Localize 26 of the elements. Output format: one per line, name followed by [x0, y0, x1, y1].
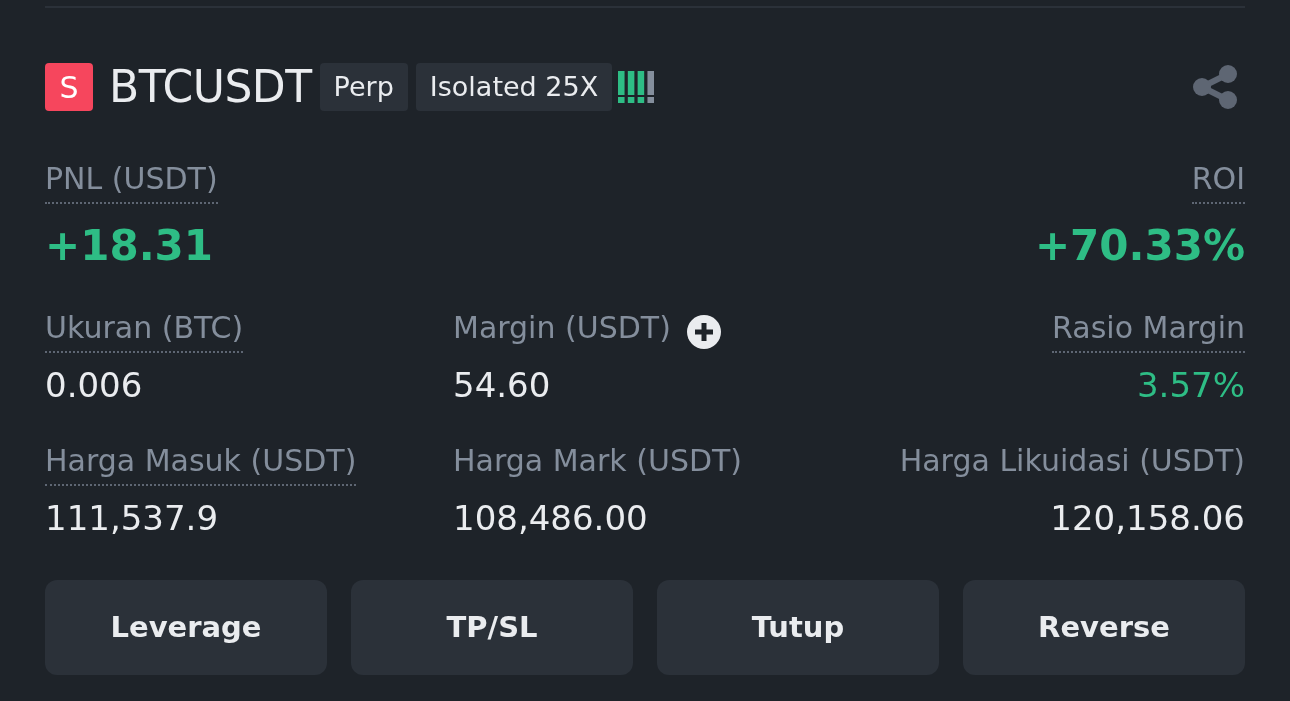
action-button[interactable]: TP/SL — [351, 580, 633, 675]
stat-value: 3.57% — [1137, 365, 1245, 405]
share-icon[interactable] — [1193, 65, 1237, 109]
stat-label: Margin (USDT) — [453, 310, 671, 347]
stat-value: +18.31 — [45, 220, 214, 272]
stat-label: Harga Likuidasi (USDT) — [899, 443, 1245, 480]
stat-value: 108,486.00 — [453, 498, 648, 538]
stat-value: 0.006 — [45, 365, 143, 405]
stat-label: Harga Mark (USDT) — [453, 443, 743, 480]
stat-label[interactable]: Ukuran (BTC) — [45, 310, 244, 353]
action-button[interactable]: Tutup — [657, 580, 939, 675]
position-tag: Isolated 25X — [415, 63, 613, 111]
stat-label[interactable]: ROI — [1191, 161, 1245, 204]
stat-label[interactable]: Rasio Margin — [1052, 310, 1245, 353]
symbol-title: BTCUSDT — [109, 65, 312, 109]
stat-value: 111,537.9 — [45, 498, 219, 538]
stat-value: 120,158.06 — [1050, 498, 1245, 538]
plus-circle-icon[interactable] — [686, 314, 721, 349]
action-button[interactable]: Reverse — [963, 580, 1245, 675]
stat-value: 54.60 — [453, 365, 551, 405]
stat-label[interactable]: Harga Masuk (USDT) — [45, 443, 357, 486]
stat-value: +70.33% — [1034, 220, 1245, 272]
action-button[interactable]: Leverage — [45, 580, 327, 675]
short-badge: S — [45, 63, 93, 111]
stat-label[interactable]: PNL (USDT) — [45, 161, 218, 204]
position-tag: Perp — [319, 63, 408, 111]
